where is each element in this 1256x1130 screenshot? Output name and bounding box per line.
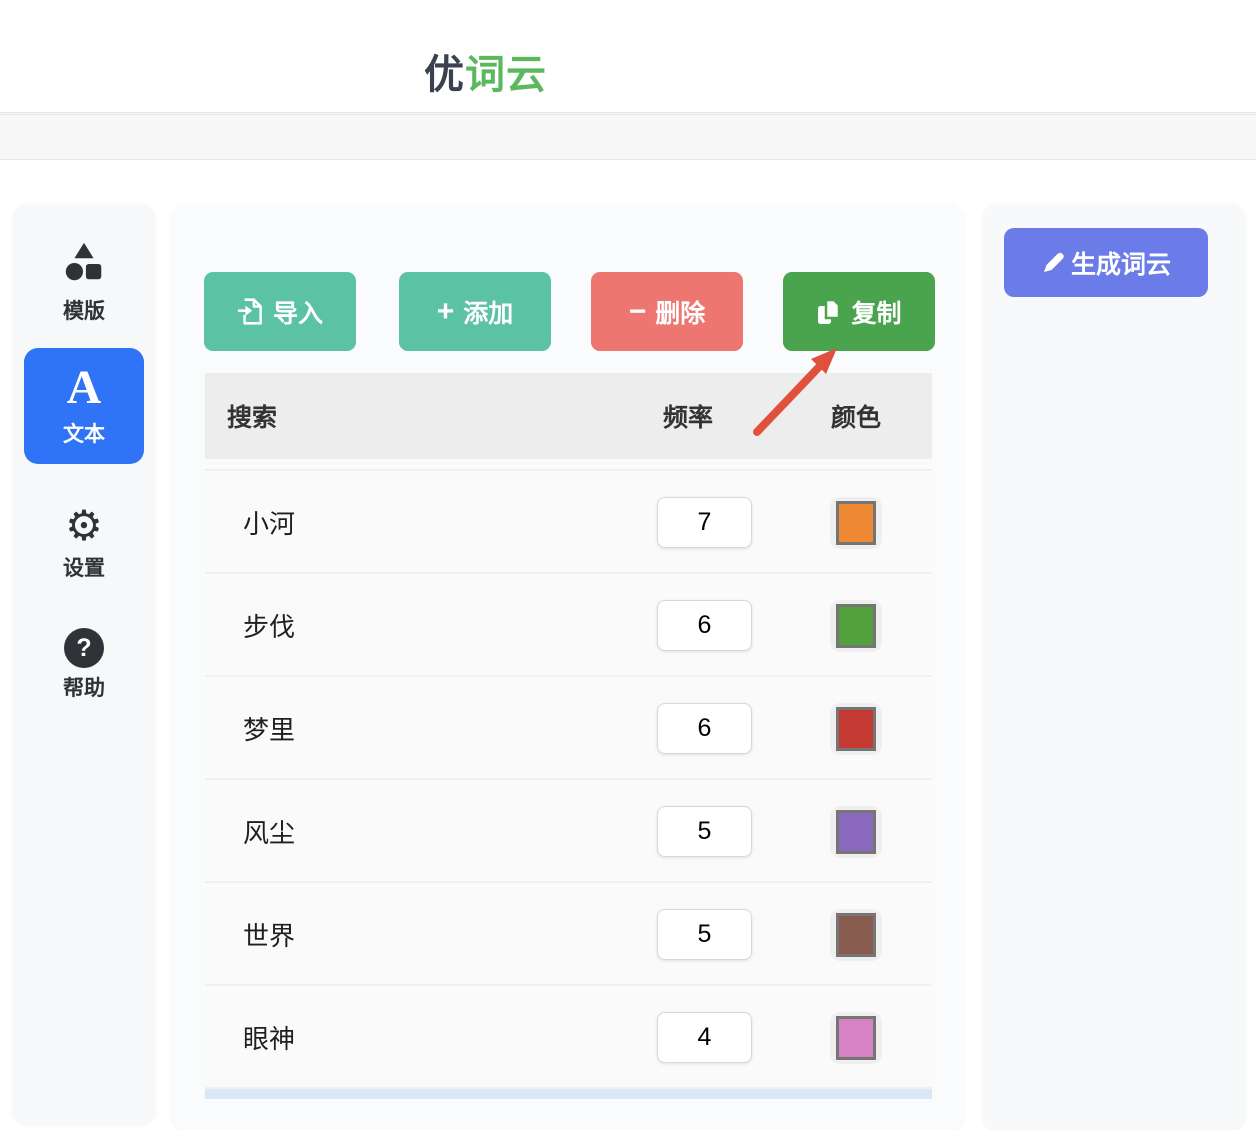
app-header: 优词云 bbox=[0, 0, 1256, 113]
table-row[interactable]: 步伐 6 bbox=[205, 574, 932, 677]
frequency-input[interactable]: 5 bbox=[657, 806, 752, 857]
header-substrip bbox=[0, 114, 1256, 160]
frequency-input[interactable]: 6 bbox=[657, 703, 752, 754]
word-cell: 眼神 bbox=[243, 986, 295, 1089]
selected-row-strip[interactable] bbox=[205, 1089, 932, 1099]
delete-button[interactable]: − 删除 bbox=[591, 272, 743, 351]
right-panel: 生成词云 bbox=[983, 204, 1245, 1130]
shapes-icon bbox=[61, 240, 107, 286]
color-swatch-fill bbox=[836, 604, 876, 648]
copy-button[interactable]: 复制 bbox=[783, 272, 935, 351]
sidebar-item-settings[interactable]: ⚙ 设置 bbox=[13, 504, 155, 582]
color-swatch[interactable] bbox=[830, 1012, 882, 1064]
header-frequency: 频率 bbox=[608, 373, 768, 459]
sidebar-item-label: 模版 bbox=[13, 295, 155, 325]
word-cell: 世界 bbox=[243, 883, 295, 986]
table-row[interactable]: 小河 7 bbox=[205, 471, 932, 574]
color-swatch[interactable] bbox=[830, 600, 882, 652]
color-swatch-fill bbox=[836, 1016, 876, 1060]
question-icon: ? bbox=[64, 628, 104, 668]
table-body: 小河 7 步伐 6 梦里 6 风尘 5 世界 5 眼神 4 bbox=[205, 471, 932, 1089]
file-import-icon bbox=[237, 297, 264, 326]
add-button[interactable]: + 添加 bbox=[399, 272, 551, 351]
frequency-input[interactable]: 5 bbox=[657, 909, 752, 960]
minus-icon: − bbox=[629, 297, 647, 327]
letter-a-icon: A bbox=[24, 364, 144, 412]
table-row[interactable]: 眼神 4 bbox=[205, 986, 932, 1089]
table-row[interactable]: 梦里 6 bbox=[205, 677, 932, 780]
button-label: 复制 bbox=[851, 294, 901, 330]
word-cell: 步伐 bbox=[243, 574, 295, 677]
color-swatch-fill bbox=[836, 810, 876, 854]
app-title-prefix: 优 bbox=[424, 53, 465, 97]
sidebar-item-text[interactable]: A 文本 bbox=[24, 348, 144, 464]
app-title-suffix: 词云 bbox=[465, 53, 547, 97]
partial-row bbox=[205, 459, 932, 471]
button-label: 删除 bbox=[655, 294, 705, 330]
button-label: 生成词云 bbox=[1071, 245, 1171, 281]
copy-icon bbox=[816, 298, 842, 326]
table-row[interactable]: 风尘 5 bbox=[205, 780, 932, 883]
sidebar-item-label: 设置 bbox=[13, 552, 155, 582]
color-swatch-fill bbox=[836, 913, 876, 957]
color-swatch[interactable] bbox=[830, 703, 882, 755]
header-word: 搜索 bbox=[227, 373, 277, 459]
generate-wordcloud-button[interactable]: 生成词云 bbox=[1004, 228, 1208, 297]
sidebar-item-label: 帮助 bbox=[13, 672, 155, 702]
color-swatch[interactable] bbox=[830, 806, 882, 858]
color-swatch-fill bbox=[836, 501, 876, 545]
sidebar-item-label: 文本 bbox=[24, 418, 144, 448]
import-button[interactable]: 导入 bbox=[204, 272, 356, 351]
frequency-input[interactable]: 4 bbox=[657, 1012, 752, 1063]
button-label: 添加 bbox=[463, 294, 513, 330]
color-swatch-fill bbox=[836, 707, 876, 751]
main-panel: 导入 + 添加 − 删除 复制 搜索 频率 颜色 小河 7 步伐 6 bbox=[172, 204, 963, 1130]
pencil-icon bbox=[1041, 251, 1065, 275]
sidebar-item-help[interactable]: ? 帮助 bbox=[13, 628, 155, 702]
plus-icon: + bbox=[437, 297, 455, 327]
header-color: 颜色 bbox=[778, 373, 934, 459]
table-header: 搜索 频率 颜色 bbox=[205, 373, 932, 459]
table-row[interactable]: 世界 5 bbox=[205, 883, 932, 986]
button-label: 导入 bbox=[273, 294, 323, 330]
sidebar: 模版 A 文本 ⚙ 设置 ? 帮助 bbox=[13, 204, 155, 1124]
color-swatch[interactable] bbox=[830, 909, 882, 961]
frequency-input[interactable]: 6 bbox=[657, 600, 752, 651]
word-table: 搜索 频率 颜色 小河 7 步伐 6 梦里 6 风尘 5 世界 5 bbox=[205, 373, 932, 1099]
word-cell: 梦里 bbox=[243, 677, 295, 780]
frequency-input[interactable]: 7 bbox=[657, 497, 752, 548]
color-swatch[interactable] bbox=[830, 497, 882, 549]
word-cell: 风尘 bbox=[243, 780, 295, 883]
word-cell: 小河 bbox=[243, 471, 295, 574]
sidebar-item-template[interactable]: 模版 bbox=[13, 240, 155, 325]
app-title: 优词云 bbox=[424, 42, 547, 100]
gear-icon: ⚙ bbox=[13, 504, 155, 548]
